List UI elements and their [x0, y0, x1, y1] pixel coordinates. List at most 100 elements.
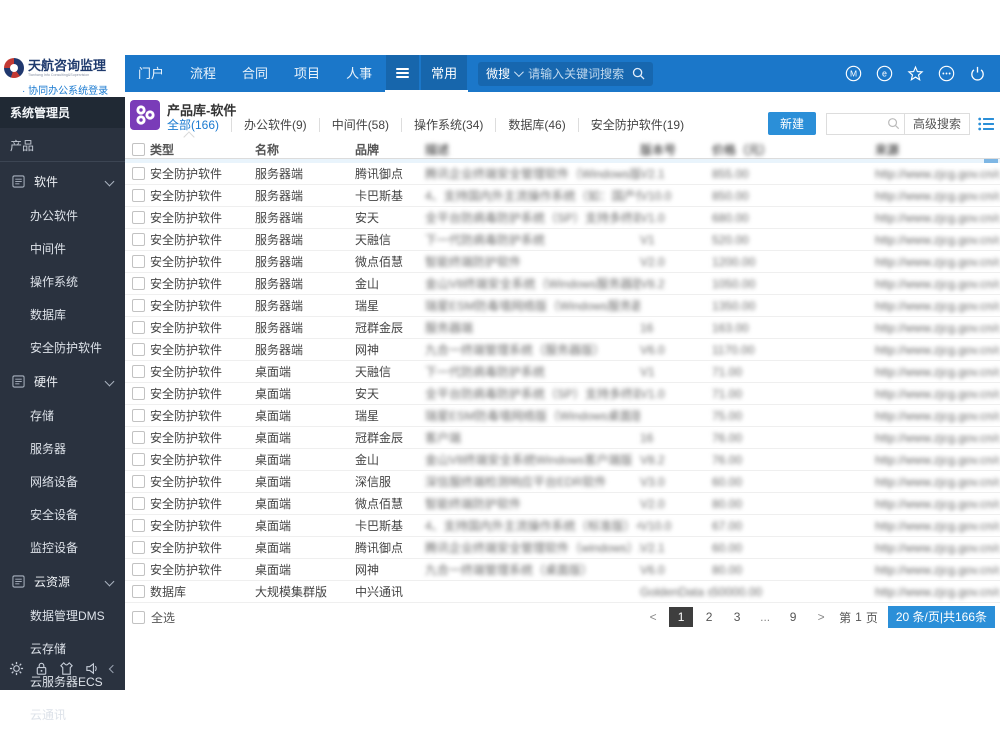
sidebar-item-服务器[interactable]: 服务器	[0, 432, 125, 465]
nav-item-流程[interactable]: 流程	[177, 55, 229, 92]
page-button-1[interactable]: 1	[669, 607, 694, 627]
sidebar-item-安全设备[interactable]: 安全设备	[0, 498, 125, 531]
sidebar-item-数据库[interactable]: 数据库	[0, 298, 125, 331]
column-header-7[interactable]: 来源	[875, 141, 1000, 158]
nav-menu-toggle[interactable]	[386, 55, 420, 90]
sidebar-item-云通讯[interactable]: 云通讯	[0, 698, 125, 731]
row-checkbox[interactable]	[132, 541, 145, 554]
table-row[interactable]: 安全防护软件 桌面端 瑞星 瑞星ESM防毒墙网络版（Windows桌面版） 75.00 h…	[125, 405, 1000, 427]
page-size-summary[interactable]: 20 条/页|共166条	[887, 606, 995, 628]
sidebar-item-操作系统[interactable]: 操作系统	[0, 265, 125, 298]
column-header-3[interactable]: 品牌	[355, 141, 425, 158]
oa-login-link[interactable]: · 协同办公系统登录	[22, 82, 121, 97]
page-button-3[interactable]: 3	[725, 607, 749, 627]
row-checkbox[interactable]	[132, 277, 145, 290]
tab-中间件(58)[interactable]: 中间件(58)	[320, 118, 403, 132]
tab-数据库(46)[interactable]: 数据库(46)	[496, 118, 579, 132]
sidebar-item-监控设备[interactable]: 监控设备	[0, 531, 125, 564]
table-row[interactable]: 安全防护软件 服务器端 微点佰慧 智能终端防护软件 V2.0 1200.00 http://…	[125, 251, 1000, 273]
page-prev-button[interactable]: <	[641, 607, 665, 627]
table-row[interactable]: 安全防护软件 服务器端 腾讯御点 腾讯企业终端安全管理软件（Windows版） V2.1…	[125, 163, 1000, 185]
sidebar-group-硬件[interactable]: 硬件	[0, 364, 125, 399]
list-view-icon[interactable]	[978, 117, 994, 131]
sidebar-item-网络设备[interactable]: 网络设备	[0, 465, 125, 498]
new-button[interactable]: 新建	[767, 112, 816, 135]
search-icon[interactable]	[887, 117, 900, 130]
star-icon[interactable]	[907, 65, 924, 82]
row-checkbox[interactable]	[132, 189, 145, 202]
nav-item-项目[interactable]: 项目	[281, 55, 333, 92]
table-row[interactable]: 安全防护软件 桌面端 安天 全平台防病毒防护系统（SP）支持多终端 V1.0 71.00 h…	[125, 383, 1000, 405]
row-checkbox[interactable]	[132, 211, 145, 224]
scrollbar-thumb[interactable]	[984, 159, 998, 163]
gear-icon[interactable]	[9, 661, 24, 676]
table-row[interactable]: 安全防护软件 服务器端 安天 全平台防病毒防护系统（SP）支持多终端 V1.0 680.0…	[125, 207, 1000, 229]
horizontal-scrollbar[interactable]	[125, 159, 1000, 163]
lock-icon[interactable]	[34, 661, 49, 676]
table-row[interactable]: 安全防护软件 服务器端 金山 金山V8终端安全系统（Windows服务器版） V8.2 1…	[125, 273, 1000, 295]
row-checkbox[interactable]	[132, 299, 145, 312]
advanced-search-button[interactable]: 高级搜索	[903, 113, 969, 134]
table-row[interactable]: 安全防护软件 服务器端 瑞星 瑞星ESM防毒墙网络版（Windows服务器） 1350.…	[125, 295, 1000, 317]
table-row[interactable]: 安全防护软件 桌面端 冠群金辰 客户端 16 76.00 http://www.zjcg.g…	[125, 427, 1000, 449]
sidebar-item-办公软件[interactable]: 办公软件	[0, 199, 125, 232]
select-column-checkbox[interactable]	[132, 142, 145, 156]
table-row[interactable]: 安全防护软件 桌面端 天融信 下一代防病毒防护系统 V1 71.00 http://www.…	[125, 361, 1000, 383]
row-checkbox[interactable]	[132, 343, 145, 356]
m-circle-icon[interactable]: M	[845, 65, 862, 82]
row-checkbox[interactable]	[132, 563, 145, 576]
global-search[interactable]: 微搜 请输入关键词搜索	[478, 61, 654, 86]
tab-办公软件(9)[interactable]: 办公软件(9)	[232, 118, 320, 132]
row-checkbox[interactable]	[132, 585, 145, 598]
column-header-4[interactable]: 描述	[425, 141, 640, 158]
table-row[interactable]: 安全防护软件 服务器端 卡巴斯基 4、支持国内外主流操作系统（如：国产化） V10.0 8…	[125, 185, 1000, 207]
row-checkbox[interactable]	[132, 431, 145, 444]
theme-shirt-icon[interactable]	[59, 661, 74, 676]
row-checkbox[interactable]	[132, 497, 145, 510]
sidebar-item-存储[interactable]: 存储	[0, 399, 125, 432]
nav-item-门户[interactable]: 门户	[125, 55, 177, 92]
table-row[interactable]: 安全防护软件 桌面端 卡巴斯基 4、支持国内外主流操作系统（标准版）+02 V10.0 6…	[125, 515, 1000, 537]
table-row[interactable]: 安全防护软件 桌面端 深信服 深信服终端检测响应平台EDR软件 V3.0 60.00 htt…	[125, 471, 1000, 493]
row-checkbox[interactable]	[132, 233, 145, 246]
power-icon[interactable]	[969, 65, 986, 82]
column-header-1[interactable]: 类型	[150, 141, 255, 158]
row-checkbox[interactable]	[132, 519, 145, 532]
row-checkbox[interactable]	[132, 167, 145, 180]
row-checkbox[interactable]	[132, 387, 145, 400]
table-row[interactable]: 安全防护软件 桌面端 腾讯御点 腾讯企业终端安全管理软件（windows）/ V2.1…	[125, 537, 1000, 559]
tab-安全防护软件(19)[interactable]: 安全防护软件(19)	[579, 118, 696, 132]
search-scope-label[interactable]: 微搜	[486, 65, 510, 82]
table-row[interactable]: 安全防护软件 桌面端 金山 金山V8终端安全系统Windows客户端版 V8.2 76.0…	[125, 449, 1000, 471]
table-row[interactable]: 安全防护软件 服务器端 天融信 下一代防病毒防护系统 V1 520.00 http://ww…	[125, 229, 1000, 251]
table-row[interactable]: 安全防护软件 桌面端 微点佰慧 智能终端防护软件 V2.0 80.00 http://www…	[125, 493, 1000, 515]
nav-item-合同[interactable]: 合同	[229, 55, 281, 92]
column-header-6[interactable]: 价格（元）	[712, 141, 875, 158]
select-all-checkbox[interactable]	[132, 610, 145, 624]
page-next-button[interactable]: >	[809, 607, 833, 627]
speaker-icon[interactable]	[85, 661, 100, 676]
sidebar-item-中间件[interactable]: 中间件	[0, 232, 125, 265]
more-circle-icon[interactable]	[938, 65, 955, 82]
row-checkbox[interactable]	[132, 409, 145, 422]
table-row[interactable]: 安全防护软件 桌面端 网神 九合一终端管理系统（桌面版） V6.0 80.00 http:/…	[125, 559, 1000, 581]
row-checkbox[interactable]	[132, 321, 145, 334]
sidebar-group-云资源[interactable]: 云资源	[0, 564, 125, 599]
search-icon[interactable]	[632, 67, 645, 80]
e-circle-icon[interactable]: e	[876, 65, 893, 82]
table-row[interactable]: 安全防护软件 服务器端 冠群金辰 服务器端 16 163.00 http://www.zjc…	[125, 317, 1000, 339]
collapse-sidebar-icon[interactable]	[108, 664, 118, 673]
row-checkbox[interactable]	[132, 255, 145, 268]
table-search-input[interactable]	[826, 113, 887, 134]
row-checkbox[interactable]	[132, 365, 145, 378]
column-header-5[interactable]: 版本号	[640, 141, 712, 158]
sidebar-item-数据管理DMS[interactable]: 数据管理DMS	[0, 599, 125, 632]
row-checkbox[interactable]	[132, 453, 145, 466]
tab-全部(166)[interactable]: 全部(166)	[167, 118, 233, 132]
table-row[interactable]: 安全防护软件 服务器端 网神 九合一终端管理系统（服务器版） V6.0 1170.00 ht…	[125, 339, 1000, 361]
page-button-2[interactable]: 2	[697, 607, 721, 627]
sidebar-group-软件[interactable]: 软件	[0, 164, 125, 199]
nav-item-pinned[interactable]: 常用	[421, 55, 468, 90]
row-checkbox[interactable]	[132, 475, 145, 488]
search-placeholder[interactable]: 请输入关键词搜索	[528, 65, 624, 82]
